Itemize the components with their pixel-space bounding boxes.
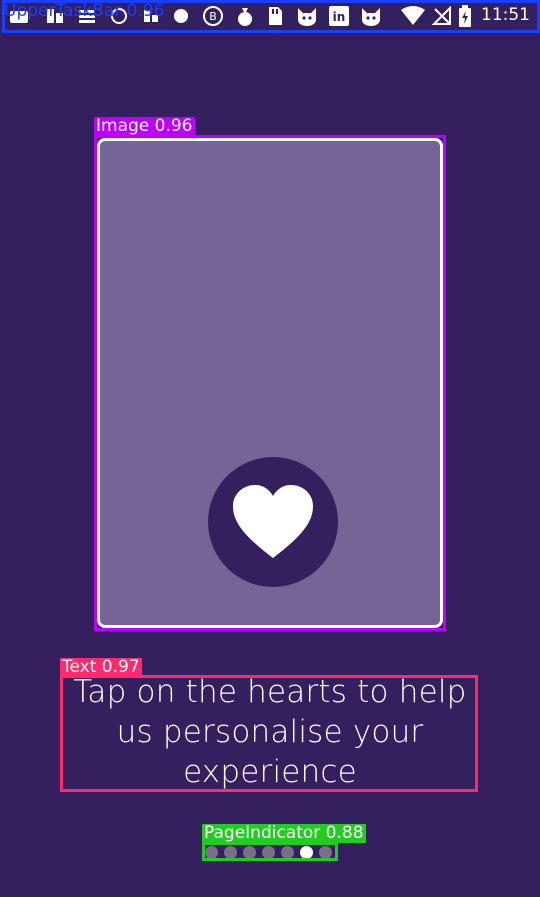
taskbar-detection-label: UpperTaskBar 0.96 — [4, 1, 165, 21]
image-detection-label: Image 0.96 — [94, 116, 195, 136]
text-detection-box — [60, 675, 478, 792]
image-detection-box — [94, 135, 446, 631]
indicator-detection-box — [202, 842, 338, 861]
indicator-detection-label: PageIndicator 0.88 — [202, 823, 366, 843]
text-detection-label: Text 0.97 — [60, 657, 142, 677]
